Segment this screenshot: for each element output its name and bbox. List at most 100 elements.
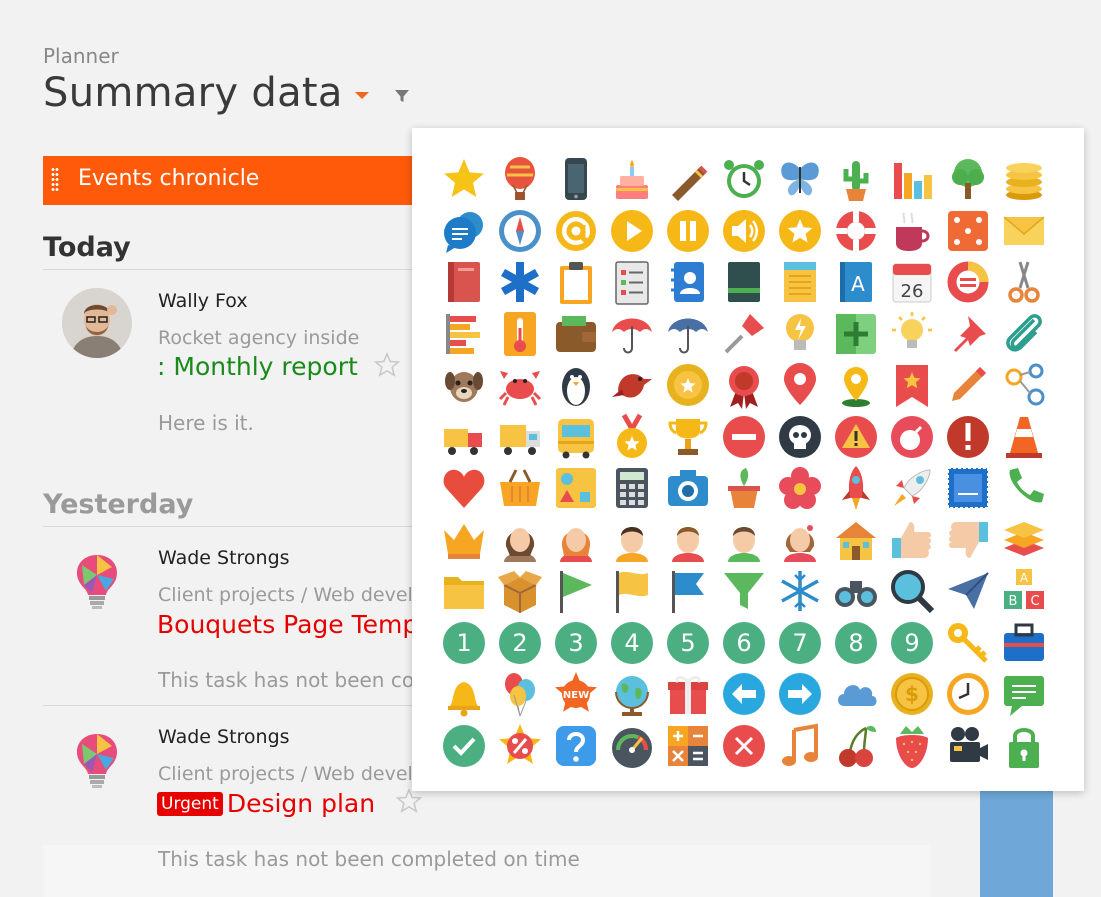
open-box-icon[interactable]	[496, 567, 544, 615]
flying-rocket-icon[interactable]	[888, 464, 936, 512]
avatar[interactable]	[62, 288, 132, 358]
crown-icon[interactable]	[440, 516, 488, 564]
dog-icon[interactable]	[440, 361, 488, 409]
paperclip-icon[interactable]	[1000, 310, 1048, 358]
paper-plane-icon[interactable]	[944, 567, 992, 615]
crab-icon[interactable]	[496, 361, 544, 409]
number-5-icon[interactable]: 5	[664, 619, 712, 667]
lifebuoy-icon[interactable]	[832, 207, 880, 255]
boy-icon[interactable]	[608, 516, 656, 564]
blue-flag-icon[interactable]	[664, 567, 712, 615]
notepad-icon[interactable]	[776, 258, 824, 306]
number-2-icon[interactable]: 2	[496, 619, 544, 667]
bookmark-star-icon[interactable]	[888, 361, 936, 409]
bar-chart-icon[interactable]	[888, 155, 936, 203]
notebook-icon[interactable]	[720, 258, 768, 306]
padlock-icon[interactable]	[1000, 722, 1048, 770]
young-man-icon[interactable]	[720, 516, 768, 564]
book-icon[interactable]	[440, 258, 488, 306]
screwdriver-icon[interactable]	[720, 310, 768, 358]
music-note-icon[interactable]	[776, 722, 824, 770]
star-badge-icon[interactable]	[776, 207, 824, 255]
open-umbrella-icon[interactable]	[608, 310, 656, 358]
globe-icon[interactable]	[608, 670, 656, 718]
coffee-cup-icon[interactable]	[888, 207, 936, 255]
speedometer-icon[interactable]	[608, 722, 656, 770]
funnel-icon[interactable]	[720, 567, 768, 615]
cigar-icon[interactable]	[664, 155, 712, 203]
filter-icon[interactable]	[394, 88, 410, 104]
scissors-icon[interactable]	[1000, 258, 1048, 306]
penguin-icon[interactable]	[552, 361, 600, 409]
map-pin-icon[interactable]	[776, 361, 824, 409]
medical-star-icon[interactable]	[496, 258, 544, 306]
key-icon[interactable]	[944, 619, 992, 667]
postage-stamp-icon[interactable]	[944, 464, 992, 512]
flower-icon[interactable]	[776, 464, 824, 512]
binoculars-icon[interactable]	[832, 567, 880, 615]
trophy-icon[interactable]	[664, 413, 712, 461]
birthday-cake-icon[interactable]	[608, 155, 656, 203]
gold-medal-icon[interactable]	[608, 413, 656, 461]
girl-icon[interactable]	[776, 516, 824, 564]
delivery-truck-icon[interactable]	[496, 413, 544, 461]
at-sign-icon[interactable]	[552, 207, 600, 255]
idea-bulb-icon[interactable]	[776, 310, 824, 358]
butterfly-icon[interactable]	[776, 155, 824, 203]
event-task-link[interactable]: Design plan	[227, 789, 375, 818]
magnifier-icon[interactable]	[888, 567, 936, 615]
location-marker-icon[interactable]	[832, 361, 880, 409]
strawberry-icon[interactable]	[888, 722, 936, 770]
layers-icon[interactable]	[1000, 516, 1048, 564]
checklist-icon[interactable]	[608, 258, 656, 306]
man-icon[interactable]	[664, 516, 712, 564]
abc-blocks-icon[interactable]: ABC	[1000, 567, 1048, 615]
message-icon[interactable]	[1000, 670, 1048, 718]
check-icon[interactable]	[440, 722, 488, 770]
skull-icon[interactable]	[776, 413, 824, 461]
event-project[interactable]: Client projects / Web devel	[158, 763, 413, 785]
bird-icon[interactable]	[608, 361, 656, 409]
number-3-icon[interactable]: 3	[552, 619, 600, 667]
number-8-icon[interactable]: 8	[832, 619, 880, 667]
play-icon[interactable]	[608, 207, 656, 255]
closed-umbrella-icon[interactable]	[664, 310, 712, 358]
school-bus-icon[interactable]	[552, 413, 600, 461]
redhead-girl-icon[interactable]	[552, 516, 600, 564]
pause-icon[interactable]	[664, 207, 712, 255]
number-7-icon[interactable]: 7	[776, 619, 824, 667]
bell-icon[interactable]	[440, 670, 488, 718]
cactus-icon[interactable]	[832, 155, 880, 203]
number-9-icon[interactable]: 9	[888, 619, 936, 667]
envelope-icon[interactable]	[1000, 207, 1048, 255]
wallet-icon[interactable]	[552, 310, 600, 358]
woman-icon[interactable]	[496, 516, 544, 564]
question-icon[interactable]	[552, 722, 600, 770]
calendar-icon[interactable]: 26	[888, 258, 936, 306]
new-badge-icon[interactable]: NEW	[552, 670, 600, 718]
math-operations-icon[interactable]	[664, 722, 712, 770]
star-icon[interactable]	[440, 155, 488, 203]
event-task-link[interactable]: : Monthly report	[157, 352, 358, 381]
exclamation-icon[interactable]	[944, 413, 992, 461]
tow-truck-icon[interactable]	[440, 413, 488, 461]
phone-icon[interactable]	[1000, 464, 1048, 512]
folder-icon[interactable]	[440, 567, 488, 615]
event-task-link[interactable]: Bouquets Page Temp	[157, 610, 418, 639]
cloud-icon[interactable]	[832, 670, 880, 718]
smartphone-icon[interactable]	[552, 155, 600, 203]
speaker-icon[interactable]	[720, 207, 768, 255]
traffic-cone-icon[interactable]	[1000, 413, 1048, 461]
push-pin-icon[interactable]	[944, 310, 992, 358]
arrow-left-icon[interactable]	[720, 670, 768, 718]
event-project[interactable]: Rocket agency inside	[158, 327, 359, 349]
avatar[interactable]	[62, 545, 132, 615]
bomb-icon[interactable]	[888, 413, 936, 461]
heart-icon[interactable]	[440, 464, 488, 512]
cherries-icon[interactable]	[832, 722, 880, 770]
coins-icon[interactable]	[1000, 155, 1048, 203]
snowflake-icon[interactable]	[776, 567, 824, 615]
title-dropdown-caret-icon[interactable]	[355, 92, 369, 99]
events-chronicle-header[interactable]: Events chronicle	[43, 156, 413, 205]
favorite-star-icon[interactable]	[395, 787, 423, 815]
